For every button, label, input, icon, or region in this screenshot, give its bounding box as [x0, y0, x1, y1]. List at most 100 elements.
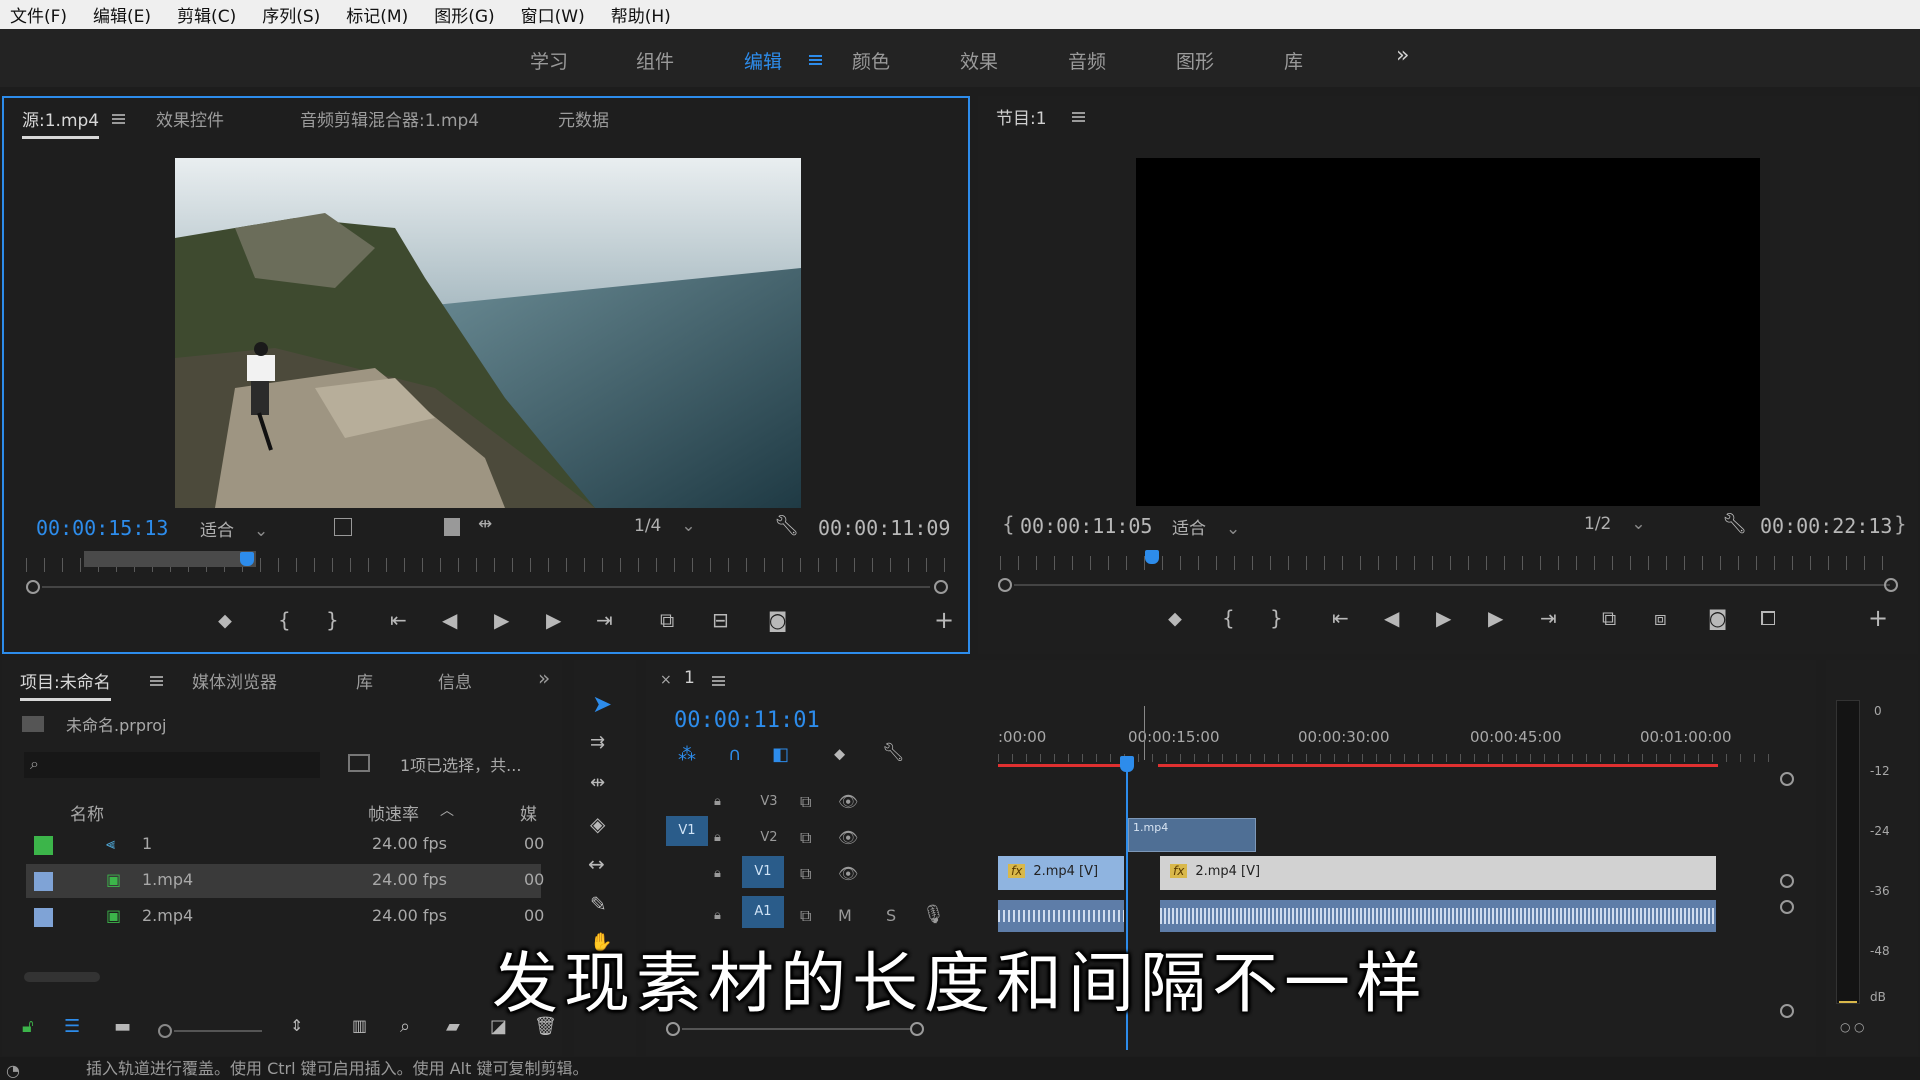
timeline-settings-icon[interactable]: 🔧︎: [882, 742, 905, 763]
tab-metadata[interactable]: 元数据: [558, 106, 609, 131]
step-forward-icon[interactable]: ▶: [1488, 606, 1503, 630]
menu-edit[interactable]: 编辑(E): [93, 2, 151, 27]
zoom-handle-left[interactable]: [26, 580, 40, 594]
mute-button[interactable]: M: [838, 906, 852, 925]
menu-clip[interactable]: 剪辑(C): [177, 2, 236, 27]
linked-selection-icon[interactable]: ◧: [772, 744, 789, 765]
step-back-icon[interactable]: ◀: [1384, 606, 1399, 630]
tab-audio-clip-mixer[interactable]: 音频剪辑混合器:1.mp4: [300, 106, 479, 131]
panel-menu-icon[interactable]: [150, 674, 163, 688]
panel-menu-icon[interactable]: [712, 674, 725, 688]
mark-out-icon[interactable]: }: [326, 608, 339, 632]
add-marker-icon[interactable]: ⬥: [218, 608, 232, 632]
zoom-handle-left[interactable]: [998, 578, 1012, 592]
list-item[interactable]: ⫷ 1 24.00 fps 00: [26, 828, 544, 862]
panel-more-icon[interactable]: »: [538, 666, 550, 690]
play-icon[interactable]: ▶: [494, 608, 509, 632]
search-input[interactable]: ⌕: [24, 752, 320, 778]
menu-sequence[interactable]: 序列(S): [262, 2, 320, 27]
workspace-audio[interactable]: 音频: [1068, 47, 1106, 74]
menu-file[interactable]: 文件(F): [10, 2, 67, 27]
razor-tool-icon[interactable]: ◈: [590, 812, 605, 836]
nest-toggle-icon[interactable]: ⁂: [678, 744, 696, 765]
workspace-editing[interactable]: 编辑: [744, 47, 782, 74]
panel-menu-icon[interactable]: [112, 112, 125, 126]
tab-info[interactable]: 信息: [438, 668, 472, 693]
scroll-handle[interactable]: [1780, 900, 1794, 914]
timeline-timecode[interactable]: 00:00:11:01: [674, 708, 820, 733]
sync-lock-icon[interactable]: ⧉: [800, 864, 811, 884]
close-tab-icon[interactable]: ×: [660, 672, 672, 688]
menu-graphics[interactable]: 图形(G): [434, 2, 494, 27]
workspace-menu-icon[interactable]: [809, 53, 822, 67]
zoom-slider-handle[interactable]: [158, 1024, 172, 1038]
lift-icon[interactable]: ⧉: [1602, 606, 1616, 630]
step-forward-icon[interactable]: ▶: [546, 608, 561, 632]
slip-tool-icon[interactable]: ↔: [588, 852, 605, 876]
workspace-learn[interactable]: 学习: [530, 47, 568, 74]
source-patch-v1[interactable]: V1: [666, 816, 708, 846]
program-resolution-dropdown[interactable]: 1/2: [1584, 514, 1646, 534]
eye-icon[interactable]: 👁︎: [838, 828, 858, 847]
v2-clip[interactable]: 1.mp4: [1128, 818, 1256, 852]
zoom-slider[interactable]: [174, 1030, 262, 1032]
ripple-edit-tool-icon[interactable]: ⇹: [590, 772, 605, 793]
pen-tool-icon[interactable]: ✎: [590, 892, 607, 916]
lock-icon[interactable]: 🔒︎: [714, 794, 721, 809]
column-name[interactable]: 名称: [70, 800, 104, 825]
lock-icon[interactable]: 🔒︎: [714, 830, 721, 845]
v1-clip[interactable]: fx 2.mp4 [V]: [998, 856, 1124, 890]
safe-margins-icon[interactable]: [334, 518, 352, 536]
track-v2-label[interactable]: V2: [756, 830, 782, 845]
new-bin-from-search-icon[interactable]: [348, 754, 370, 772]
voice-over-mic-icon[interactable]: 🎙︎: [922, 904, 945, 925]
tab-project[interactable]: 项目:未命名: [20, 668, 111, 701]
step-back-icon[interactable]: ◀: [442, 608, 457, 632]
wrench-icon[interactable]: 🔧︎: [774, 513, 799, 537]
go-to-in-icon[interactable]: ⇤: [1332, 606, 1349, 630]
workspace-color[interactable]: 颜色: [852, 47, 890, 74]
workspace-effects[interactable]: 效果: [960, 47, 998, 74]
track-v3-label[interactable]: V3: [756, 794, 782, 809]
snap-icon[interactable]: ∩: [728, 744, 741, 765]
label-color-swatch[interactable]: [34, 836, 53, 855]
eye-icon[interactable]: 👁︎: [838, 792, 858, 811]
source-resolution-dropdown[interactable]: 1/4: [634, 516, 696, 536]
sync-lock-icon[interactable]: ⧉: [800, 828, 811, 848]
source-current-timecode[interactable]: 00:00:15:13: [36, 516, 168, 540]
tab-source[interactable]: 源:1.mp4: [22, 106, 100, 139]
zoom-bar[interactable]: [42, 586, 930, 588]
sync-lock-icon[interactable]: ⧉: [800, 906, 811, 926]
workspace-libraries[interactable]: 库: [1284, 47, 1303, 74]
timeline-zoom-bar[interactable]: [682, 1028, 910, 1030]
add-marker-icon[interactable]: ⬥: [1168, 606, 1182, 630]
add-button-icon[interactable]: +: [1868, 604, 1888, 632]
v1-clip[interactable]: fx 2.mp4 [V]: [1160, 856, 1716, 890]
track-a1-label[interactable]: A1: [742, 896, 784, 928]
menu-window[interactable]: 窗口(W): [521, 2, 585, 27]
sort-ascending-icon[interactable]: ︿: [440, 800, 454, 820]
panel-menu-icon[interactable]: [1072, 110, 1085, 124]
workspace-graphics[interactable]: 图形: [1176, 47, 1214, 74]
label-color-swatch[interactable]: [34, 872, 53, 891]
tab-sequence[interactable]: 1: [684, 668, 695, 688]
source-in-out-range[interactable]: [84, 551, 256, 567]
export-frame-icon[interactable]: ◙: [1708, 606, 1727, 630]
track-select-tool-icon[interactable]: ⇉: [590, 732, 605, 753]
program-time-ruler[interactable]: [1000, 556, 1896, 570]
sync-lock-icon[interactable]: ⧉: [800, 792, 811, 812]
program-playhead[interactable]: [1145, 550, 1160, 564]
label-color-swatch[interactable]: [34, 908, 53, 927]
mark-in-icon[interactable]: {: [278, 608, 291, 632]
tab-media-browser[interactable]: 媒体浏览器: [192, 668, 277, 693]
comparison-view-icon[interactable]: ⧠: [1760, 606, 1776, 630]
wrench-icon[interactable]: 🔧︎: [1722, 511, 1747, 535]
zoom-handle-right[interactable]: [934, 580, 948, 594]
add-marker-icon[interactable]: ⬥: [834, 744, 845, 764]
go-to-in-icon[interactable]: ⇤: [390, 608, 407, 632]
mark-in-icon[interactable]: {: [1222, 606, 1235, 630]
a1-clip[interactable]: [1160, 900, 1716, 932]
list-item[interactable]: ▣ 2.mp4 24.00 fps 00: [26, 900, 544, 934]
go-to-out-icon[interactable]: ⇥: [1540, 606, 1557, 630]
source-fit-dropdown[interactable]: 适合: [200, 516, 268, 541]
